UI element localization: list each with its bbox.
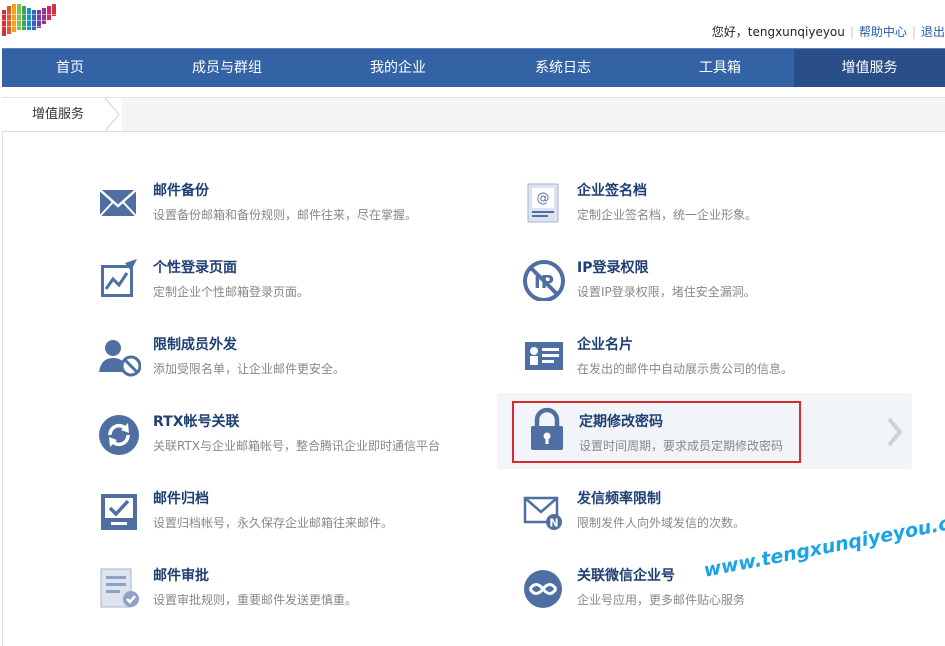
user-links: 您好，tengxunqiyeyou | 帮助中心 | 退出	[712, 23, 945, 40]
highlight-annotation	[512, 401, 801, 463]
service-title: 邮件归档	[153, 491, 209, 507]
service-mail-archive[interactable]: 邮件归档 设置归档帐号，永久保存企业邮箱往来邮件。	[97, 482, 507, 552]
service-restrict-members[interactable]: 限制成员外发 添加受限名单，让企业邮件更安全。	[97, 328, 507, 398]
service-title: 限制成员外发	[153, 337, 237, 353]
breadcrumb-current: 增值服务	[2, 98, 122, 131]
top-bar: 您好，tengxunqiyeyou | 帮助中心 | 退出	[0, 0, 945, 48]
service-desc: 设置归档帐号，永久保存企业邮箱往来邮件。	[153, 516, 394, 530]
signature-icon: @	[527, 183, 559, 223]
wechat-link-icon	[524, 570, 562, 608]
service-signature[interactable]: @ 企业签名档 定制企业签名档，统一企业形象。	[521, 174, 931, 244]
service-desc: 设置备份邮箱和备份规则，邮件往来，尽在掌握。	[153, 208, 418, 222]
service-title: 发信频率限制	[577, 491, 661, 507]
nav-item-toolbox[interactable]: 工具箱	[646, 49, 794, 87]
logout-link[interactable]: 退出	[921, 25, 945, 39]
divider: |	[849, 25, 854, 39]
chevron-right-icon	[887, 417, 902, 447]
service-title: 邮件审批	[153, 568, 209, 584]
approval-icon	[100, 568, 139, 608]
service-title: 邮件备份	[153, 183, 209, 199]
breadcrumb-arrow-icon	[105, 98, 120, 131]
service-title: 关联微信企业号	[577, 568, 675, 584]
service-title: 个性登录页面	[153, 260, 237, 276]
breadcrumb: 增值服务	[2, 97, 945, 132]
ip-restrict-icon: IP	[523, 260, 565, 301]
sync-icon	[99, 415, 139, 455]
service-title: RTX帐号关联	[153, 414, 240, 430]
archive-icon	[101, 494, 137, 530]
service-title: 企业签名档	[577, 183, 647, 199]
mail-limit-icon: N	[523, 496, 562, 530]
service-desc: 限制发件人向外域发信的次数。	[577, 516, 746, 530]
service-desc: 定制企业个性邮箱登录页面。	[153, 285, 310, 299]
greeting-text: 您好，tengxunqiyeyou	[711, 25, 845, 39]
nav-item-members[interactable]: 成员与群组	[138, 49, 316, 87]
service-desc: 关联RTX与企业邮箱帐号，整合腾讯企业即时通信平台	[153, 439, 441, 453]
service-business-card[interactable]: 企业名片 在发出的邮件中自动展示贵公司的信息。	[521, 328, 931, 398]
service-mail-backup[interactable]: 邮件备份 设置备份邮箱和备份规则，邮件往来，尽在掌握。	[97, 174, 507, 244]
nav-item-my-enterprise[interactable]: 我的企业	[316, 49, 480, 87]
business-card-icon	[525, 342, 563, 370]
service-desc: 企业号应用，更多邮件贴心服务	[577, 593, 746, 607]
service-desc: 定制企业签名档，统一企业形象。	[577, 208, 758, 222]
service-desc: 添加受限名单，让企业邮件更安全。	[153, 362, 346, 376]
service-title: IP登录权限	[577, 260, 649, 276]
service-rtx-link[interactable]: RTX帐号关联 关联RTX与企业邮箱帐号，整合腾讯企业即时通信平台	[97, 405, 507, 475]
svg-text:N: N	[549, 517, 558, 530]
service-desc: 在发出的邮件中自动展示贵公司的信息。	[577, 362, 794, 376]
app-logo	[0, 4, 58, 36]
services-panel: 邮件备份 设置备份邮箱和备份规则，邮件往来，尽在掌握。 @ 企业签名档 定制企业…	[2, 132, 945, 646]
service-ip-restriction[interactable]: IP IP登录权限 设置IP登录权限，堵住安全漏洞。	[521, 251, 931, 321]
login-page-icon	[101, 259, 137, 297]
divider: |	[911, 25, 916, 39]
user-block-icon	[99, 340, 141, 377]
service-desc: 设置审批规则，重要邮件发送更慎重。	[153, 593, 358, 607]
mail-icon	[99, 189, 137, 217]
service-desc: 设置IP登录权限，堵住安全漏洞。	[577, 285, 756, 299]
main-nav: 首页 成员与群组 我的企业 系统日志 工具箱 增值服务	[2, 48, 945, 87]
svg-text:@: @	[537, 191, 550, 206]
service-login-page[interactable]: 个性登录页面 定制企业个性邮箱登录页面。	[97, 251, 507, 321]
nav-item-value-added[interactable]: 增值服务	[794, 49, 945, 87]
nav-item-home[interactable]: 首页	[2, 49, 138, 87]
service-title: 企业名片	[577, 337, 633, 353]
service-mail-approval[interactable]: 邮件审批 设置审批规则，重要邮件发送更慎重。	[97, 559, 507, 629]
nav-item-system-log[interactable]: 系统日志	[480, 49, 646, 87]
help-center-link[interactable]: 帮助中心	[859, 25, 907, 39]
